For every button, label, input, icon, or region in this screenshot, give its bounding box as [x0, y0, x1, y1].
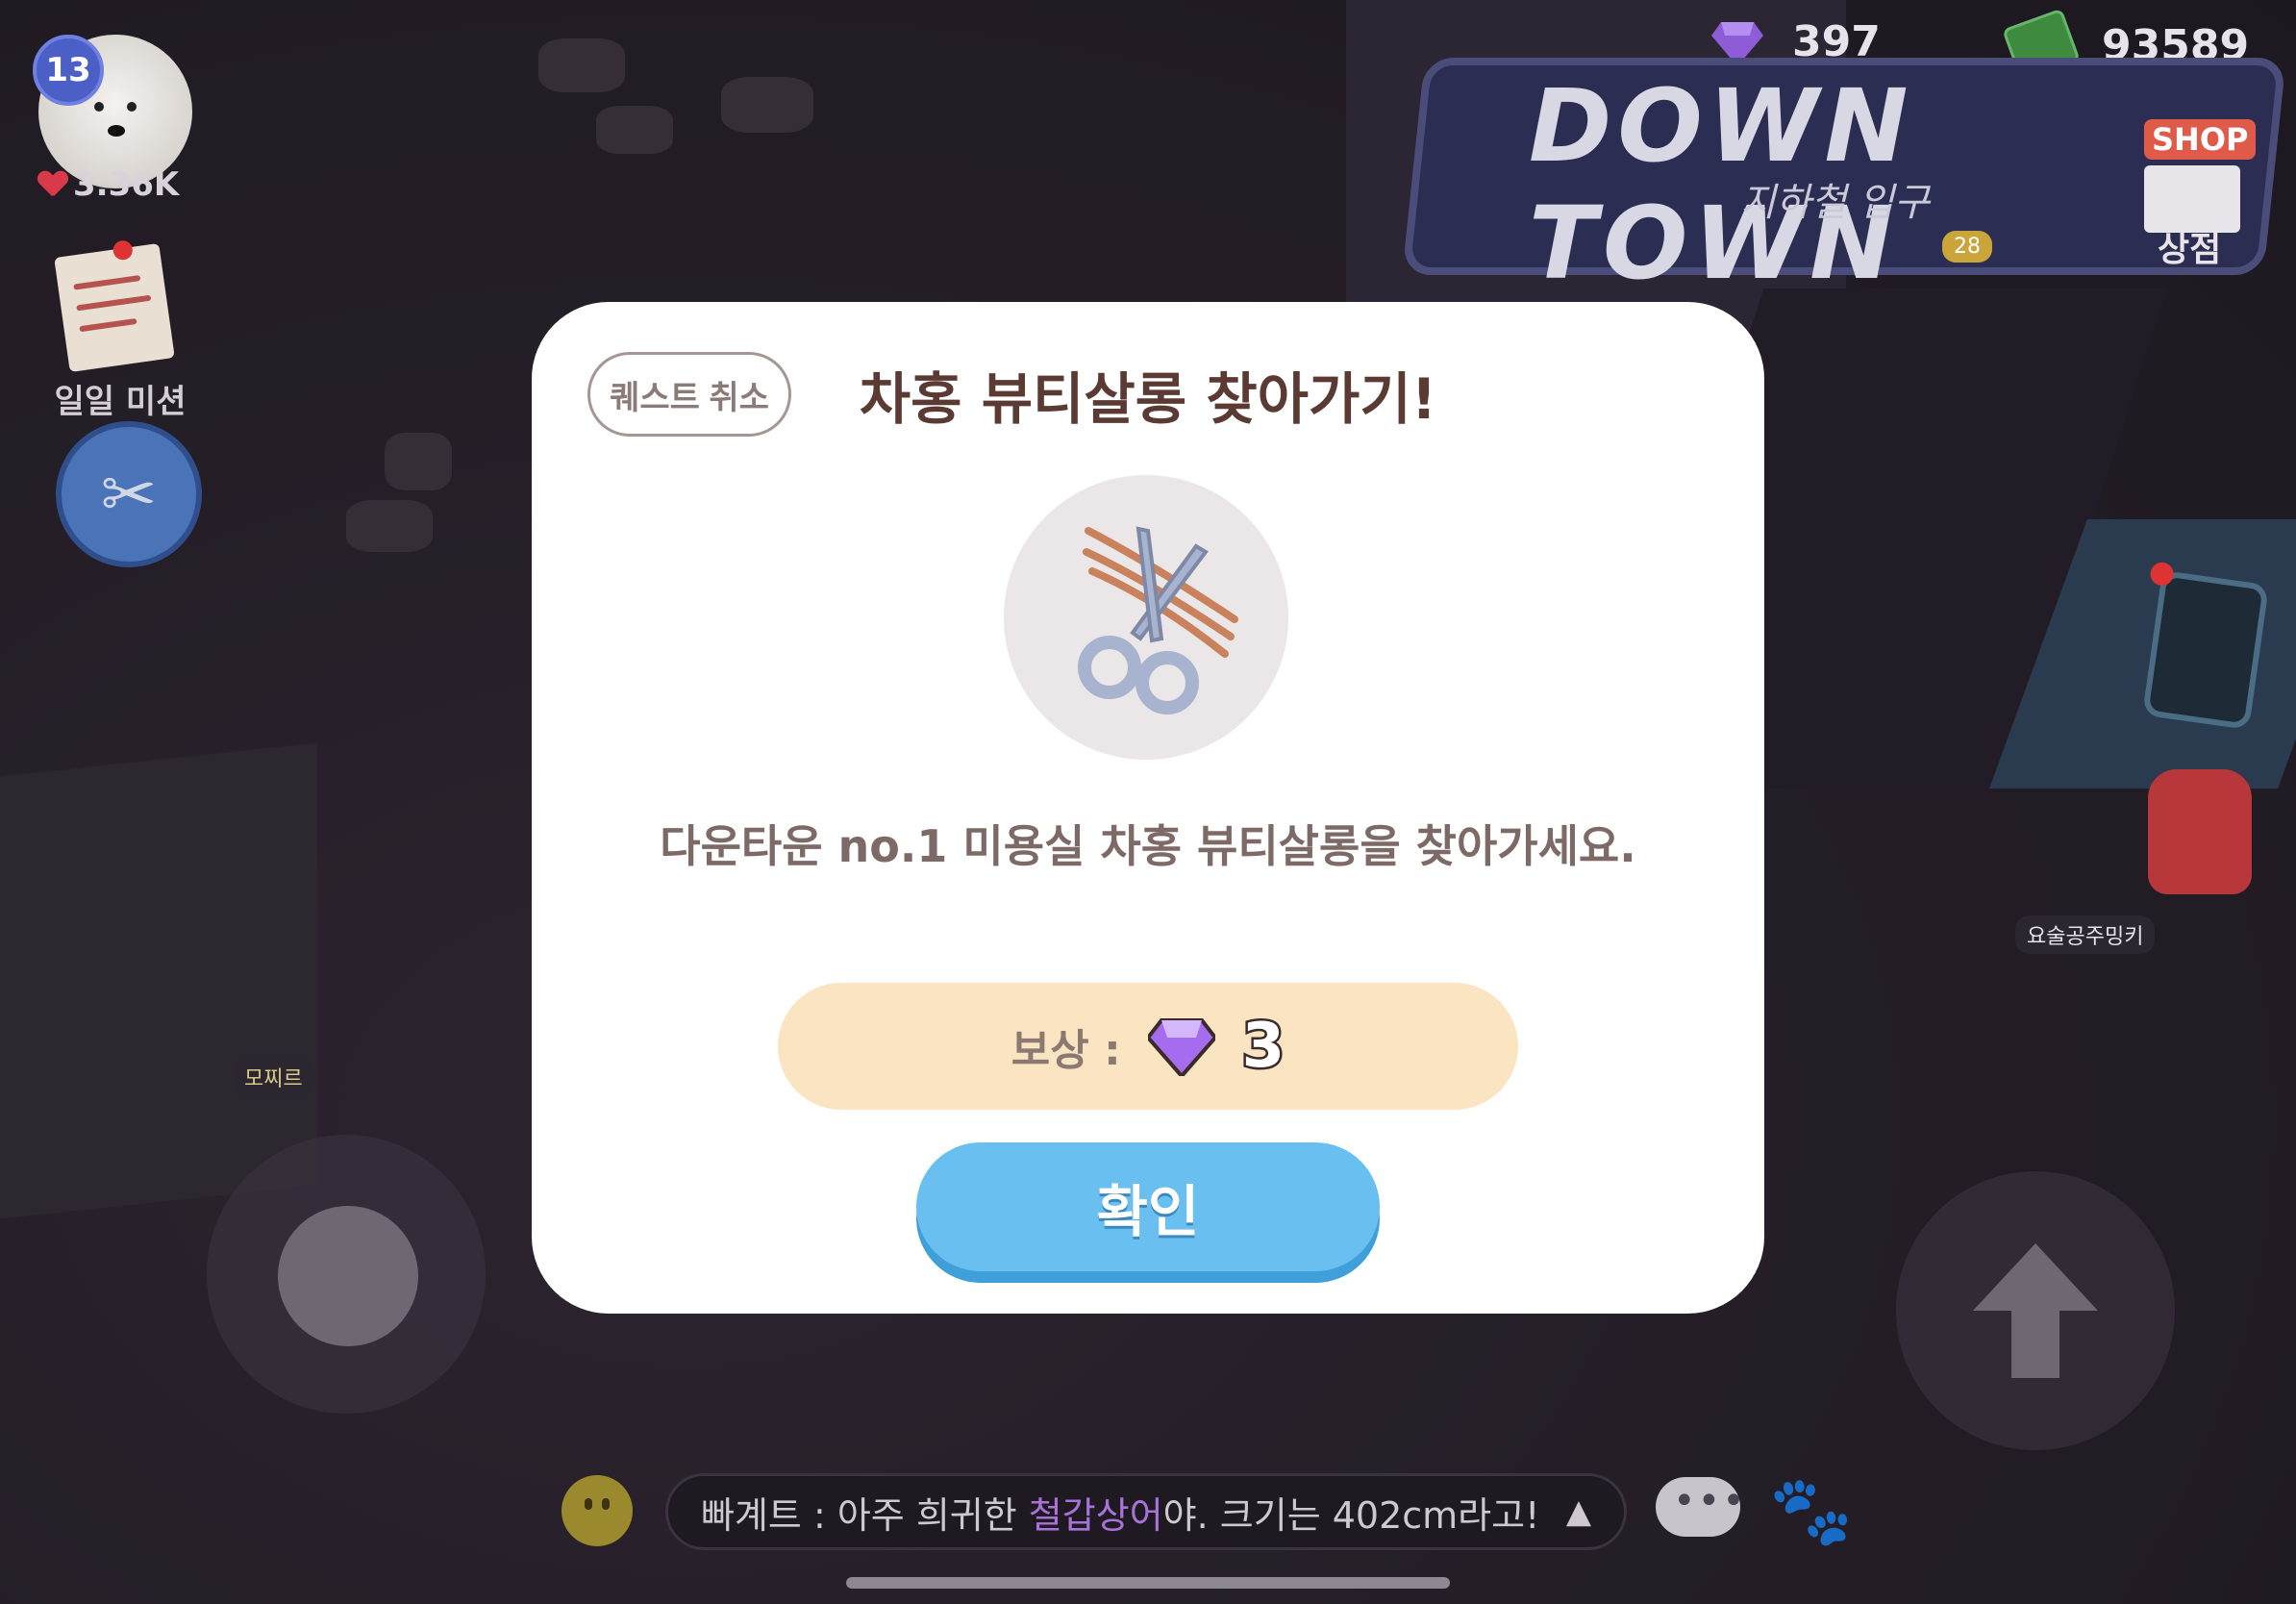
quest-title: 차홍 뷰티살롱 찾아가기!	[859, 366, 1437, 432]
quest-image	[1004, 475, 1288, 760]
active-quest-button[interactable]: ✂	[56, 421, 202, 567]
cancel-quest-button[interactable]: 퀘스트 취소	[587, 352, 791, 437]
player-nametag: 모찌르	[233, 1058, 314, 1096]
shop-label: 상점	[2158, 230, 2222, 269]
npc-level-badge: 28	[1942, 231, 1992, 263]
joystick-knob[interactable]	[278, 1206, 418, 1346]
chat-speaker: 빠계트	[701, 1493, 802, 1537]
arrow-up-icon	[1973, 1243, 2098, 1378]
player-nametag: 요술공주밍키	[2015, 915, 2156, 954]
scissors-icon: ✂	[100, 455, 158, 534]
chat-button[interactable]	[1656, 1477, 1747, 1537]
shop-button[interactable]: SHOP 상점	[2115, 115, 2259, 269]
daily-mission-button[interactable]: 일일 미션	[48, 238, 192, 422]
chat-text: : 아주 희귀한	[801, 1493, 1029, 1537]
chat-text-end: 야. 크기는 402cm라고!	[1162, 1493, 1540, 1537]
quest-dialog: 퀘스트 취소 차홍 뷰티살롱 찾아가기! 다운타운 no.1 미용실 차홍 뷰티…	[532, 302, 1764, 1314]
likes-counter: 3.36K	[38, 165, 179, 204]
backpack-icon[interactable]	[2148, 769, 2252, 894]
shop-tag: SHOP	[2144, 119, 2257, 160]
daily-mission-label: 일일 미션	[54, 383, 187, 421]
gem-icon	[1147, 1018, 1215, 1076]
memo-icon	[54, 238, 175, 373]
avatar-nose	[108, 125, 125, 137]
home-indicator[interactable]	[846, 1577, 1450, 1589]
avatar-eyes	[94, 102, 137, 112]
confirm-button[interactable]: 확인	[916, 1142, 1380, 1271]
location-subtitle: 지하철 입구	[1740, 181, 1930, 225]
movement-joystick[interactable]	[207, 1135, 486, 1414]
paw-icon[interactable]: 🐾	[1769, 1471, 1853, 1551]
chat-highlight: 철갑상어	[1028, 1493, 1163, 1537]
jump-button[interactable]	[1896, 1171, 2175, 1450]
quest-description: 다운타운 no.1 미용실 차홍 뷰티살롱을 찾아가세요.	[660, 820, 1636, 872]
level-badge: 13	[33, 35, 104, 106]
triangle-up-icon[interactable]: ▲	[1566, 1492, 1591, 1531]
likes-value: 3.36K	[73, 165, 180, 204]
chat-bar[interactable]: 빠계트 : 아주 희귀한 철갑상어 야. 크기는 402cm라고! ▲	[665, 1473, 1627, 1550]
emote-button[interactable]	[562, 1475, 633, 1546]
phone-icon[interactable]	[2141, 561, 2270, 731]
heart-icon	[38, 171, 67, 198]
reward-box: 보상 : 3	[778, 983, 1518, 1110]
reward-label: 보상 :	[1011, 1026, 1121, 1075]
scissors-icon	[1078, 526, 1238, 714]
reward-count: 3	[1239, 1009, 1286, 1085]
